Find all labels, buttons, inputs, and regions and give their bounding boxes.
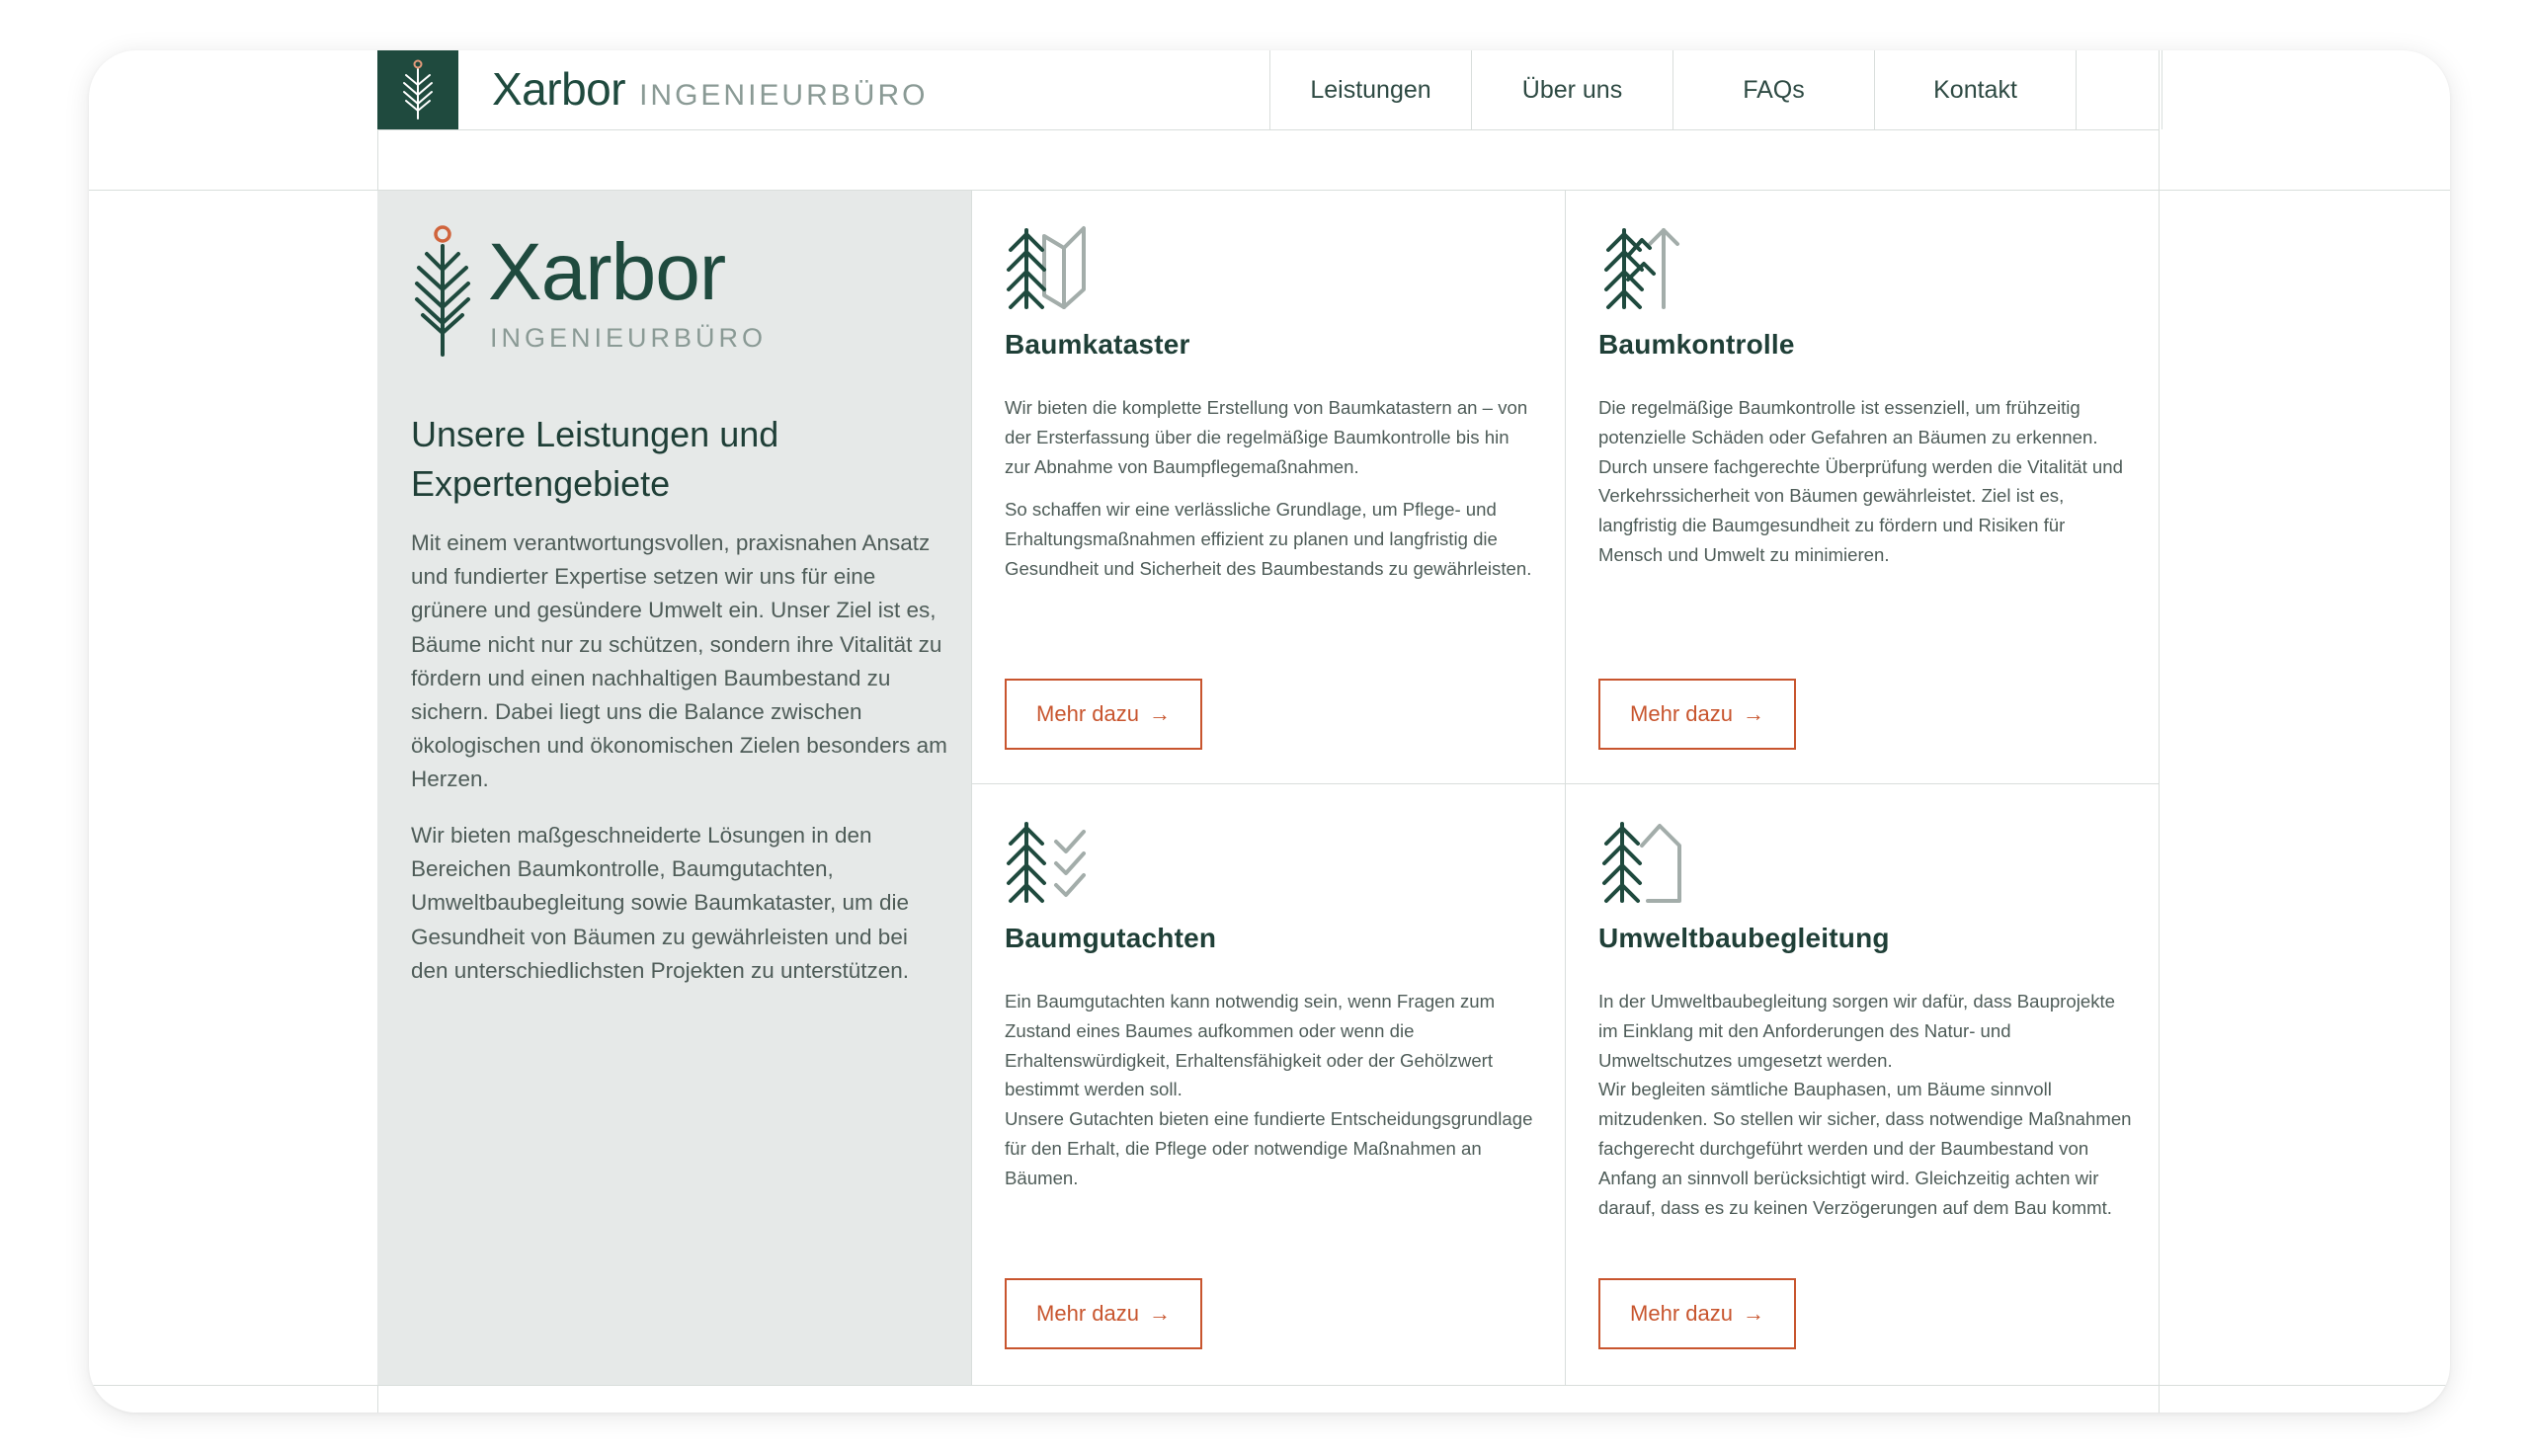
nav-spacer [2076, 50, 2162, 129]
button-label: Mehr dazu [1630, 701, 1733, 726]
tree-logo-icon [403, 59, 433, 120]
arrow-right-icon: → [1148, 701, 1171, 726]
main-nav: Leistungen Über uns FAQs Kontakt [1269, 50, 2162, 129]
logo-subtitle: INGENIEURBÜRO [490, 323, 768, 353]
arrow-right-icon: → [1148, 1301, 1171, 1326]
nav-item-faqs[interactable]: FAQs [1672, 50, 1874, 129]
service-title: Baumkataster [1005, 329, 1190, 360]
button-label: Mehr dazu [1630, 1301, 1733, 1326]
service-card-baumkontrolle: Baumkontrolle Die regelmäßige Baumkontro… [1565, 191, 2158, 783]
service-paragraph: Ein Baumgutachten kann notwendig sein, w… [1005, 991, 1533, 1188]
intro-paragraph: Wir bieten maßgeschneiderte Lösungen in … [411, 823, 910, 983]
xarbor-logo: Xarbor INGENIEURBÜRO [411, 224, 768, 357]
tree-map-icon [1007, 226, 1086, 309]
arrow-right-icon: → [1742, 701, 1764, 726]
logo-name: Xarbor [488, 227, 726, 317]
service-text: Ein Baumgutachten kann notwendig sein, w… [1005, 987, 1538, 1207]
service-text: In der Umweltbaubegleitung sorgen wir da… [1598, 987, 2132, 1236]
grid-line [2159, 50, 2160, 1413]
service-title: Umweltbaubegleitung [1598, 923, 1890, 953]
service-card-umweltbaubegleitung: Umweltbaubegleitung In der Umweltbaubegl… [1565, 784, 2158, 1377]
tree-logo-icon [415, 225, 470, 357]
brand-subtitle: INGENIEURBÜRO [639, 79, 929, 112]
button-label: Mehr dazu [1036, 1301, 1139, 1326]
service-paragraph: In der Umweltbaubegleitung sorgen wir da… [1598, 991, 2132, 1218]
service-card-baumkataster: Baumkataster Wir bieten die komplette Er… [971, 191, 1564, 783]
grid-line [89, 1385, 2450, 1386]
logo-box[interactable] [377, 50, 458, 129]
section-heading: Unsere Leistungen und Expertengebiete [411, 414, 779, 504]
mehr-dazu-button[interactable]: Mehr dazu → [1598, 1278, 1796, 1349]
browser-frame: Xarbor INGENIEURBÜRO Leistungen Über uns… [89, 50, 2450, 1413]
service-paragraph: Wir bieten die komplette Erstellung von … [1005, 397, 1528, 477]
nav-item-ueber-uns[interactable]: Über uns [1471, 50, 1672, 129]
service-card-baumgutachten: Baumgutachten Ein Baumgutachten kann not… [971, 784, 1564, 1377]
mehr-dazu-button[interactable]: Mehr dazu → [1005, 679, 1202, 750]
brand[interactable]: Xarbor INGENIEURBÜRO [492, 62, 928, 121]
arrow-right-icon: → [1742, 1301, 1764, 1326]
mehr-dazu-button[interactable]: Mehr dazu → [1005, 1278, 1202, 1349]
service-paragraph: So schaffen wir eine verlässliche Grundl… [1005, 499, 1532, 579]
brand-name: Xarbor [492, 63, 626, 115]
service-text: Die regelmäßige Baumkontrolle ist essenz… [1598, 393, 2132, 584]
nav-item-leistungen[interactable]: Leistungen [1269, 50, 1471, 129]
grid-line [377, 129, 2160, 130]
intro-panel: Xarbor INGENIEURBÜRO Unsere Leistungen u… [377, 191, 971, 1385]
intro-paragraph: Mit einem verantwortungsvollen, praxisna… [411, 530, 947, 792]
service-text: Wir bieten die komplette Erstellung von … [1005, 393, 1538, 598]
tree-arrow-up-icon [1604, 228, 1679, 309]
service-paragraph: Die regelmäßige Baumkontrolle ist essenz… [1598, 397, 2123, 565]
tree-checks-icon [1007, 822, 1086, 903]
mehr-dazu-button[interactable]: Mehr dazu → [1598, 679, 1796, 750]
button-label: Mehr dazu [1036, 701, 1139, 726]
nav-item-kontakt[interactable]: Kontakt [1874, 50, 2076, 129]
tree-house-icon [1602, 822, 1681, 903]
service-title: Baumgutachten [1005, 923, 1217, 953]
service-title: Baumkontrolle [1598, 329, 1795, 360]
